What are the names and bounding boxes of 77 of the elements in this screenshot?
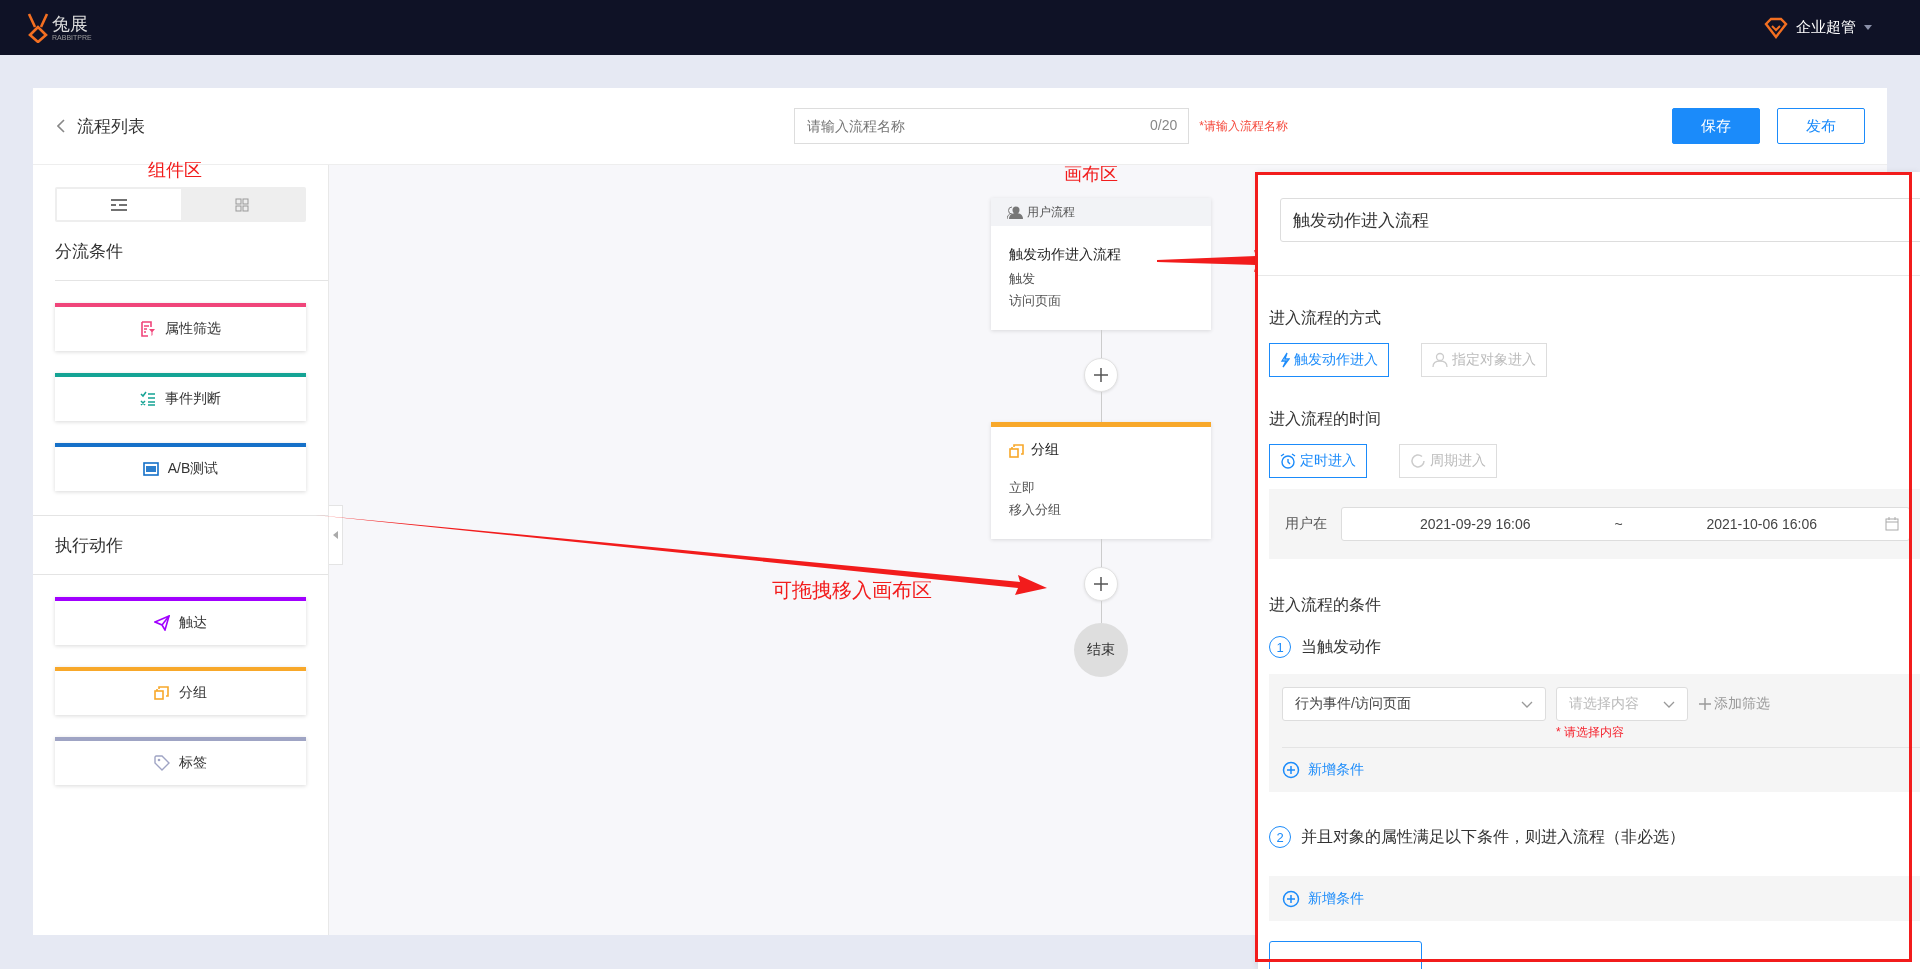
node-text: 触发	[1009, 270, 1036, 288]
component-label: 属性筛选	[165, 320, 221, 338]
stacked-squares-icon	[154, 685, 170, 701]
annotation-label: 可拖拽移入画布区	[772, 578, 932, 603]
triangle-left-icon	[333, 531, 338, 539]
error-message: * 请选择内容	[1556, 724, 1625, 741]
chevron-left-icon	[57, 119, 65, 133]
outline-button[interactable]	[1269, 941, 1422, 969]
list-view-button[interactable]	[57, 189, 181, 220]
plus-icon	[1698, 697, 1712, 711]
component-label: 触达	[179, 614, 207, 632]
option-button[interactable]: 定时进入	[1269, 444, 1367, 478]
title-field[interactable]: 触发动作进入流程	[1280, 198, 1920, 242]
chevron-down-icon	[1521, 700, 1533, 708]
plus-circle-icon	[1282, 761, 1300, 779]
publish-button[interactable]: 发布	[1777, 108, 1865, 144]
event-select[interactable]: 行为事件/访问页面	[1282, 687, 1546, 721]
logo-text: 兔展	[52, 14, 89, 33]
list-icon	[110, 198, 127, 211]
chevron-down-icon	[1663, 700, 1675, 708]
plus-icon	[1093, 576, 1109, 592]
node-text: 访问页面	[1009, 292, 1062, 310]
node-text: 立即	[1009, 479, 1036, 497]
component-card[interactable]: A/B测试	[55, 443, 306, 491]
component-label: 事件判断	[165, 390, 221, 408]
add-node-button[interactable]	[1084, 567, 1118, 601]
step-label: 当触发动作	[1301, 636, 1381, 657]
section-title: 进入流程的方式	[1269, 308, 1382, 328]
section-title: 进入流程的条件	[1269, 595, 1382, 615]
component-card[interactable]: 事件判断	[55, 373, 306, 421]
caret-down-icon	[1864, 25, 1872, 30]
section-title: 执行动作	[55, 534, 124, 557]
plus-icon	[1093, 367, 1109, 383]
component-label: 标签	[179, 754, 207, 772]
checklist-icon	[140, 391, 156, 407]
document-filter-icon	[140, 321, 156, 337]
component-card[interactable]: 属性筛选	[55, 303, 306, 351]
option-button[interactable]: 触发动作进入	[1269, 343, 1389, 377]
section-title: 进入流程的时间	[1269, 409, 1382, 429]
node-header-text: 用户流程	[1027, 203, 1075, 221]
back-link[interactable]: 流程列表	[57, 114, 145, 138]
annotation-label: 画布区	[1064, 163, 1118, 186]
add-node-button[interactable]	[1084, 358, 1118, 392]
component-label: A/B测试	[167, 460, 219, 478]
node-text: 移入分组	[1009, 501, 1062, 519]
component-label: 分组	[179, 684, 207, 702]
collapse-handle[interactable]	[329, 505, 343, 565]
step-label: 并且对象的属性满足以下条件，则进入流程（非必选）	[1301, 826, 1685, 847]
end-node: 结束	[1074, 623, 1128, 677]
component-card[interactable]: 标签	[55, 737, 306, 785]
annotation-label: 组件区	[148, 159, 202, 182]
char-counter: 0/20	[1150, 117, 1178, 133]
alarm-clock-icon	[1280, 453, 1296, 469]
user-name[interactable]: 企业超管	[1796, 18, 1856, 37]
calendar-icon	[1885, 517, 1899, 531]
node-title: 分组	[1031, 441, 1059, 459]
flow-node[interactable]: 用户流程 触发动作进入流程 触发 访问页面	[991, 198, 1211, 330]
tag-icon	[154, 755, 170, 771]
user-icon	[1432, 352, 1448, 368]
plus-circle-icon	[1282, 889, 1300, 908]
refresh-icon	[1410, 453, 1426, 469]
diamond-icon	[1764, 16, 1788, 39]
lightning-icon	[1280, 352, 1290, 368]
ab-chart-icon	[142, 461, 159, 477]
paper-plane-icon	[154, 615, 170, 631]
component-card[interactable]: 分组	[55, 667, 306, 715]
field-label: 用户在	[1285, 515, 1327, 533]
rabbit-ears-icon	[26, 12, 50, 43]
flow-node[interactable]: 分组 立即 移入分组	[991, 422, 1211, 539]
users-icon	[1007, 205, 1023, 219]
stacked-squares-icon	[1009, 443, 1025, 459]
error-message: *请输入流程名称	[1199, 117, 1288, 135]
section-title: 分流条件	[55, 240, 124, 263]
grid-icon	[235, 197, 250, 212]
node-title: 触发动作进入流程	[1009, 246, 1122, 264]
component-card[interactable]: 触达	[55, 597, 306, 645]
date-range-field[interactable]: 2021-09-29 16:06 ~ 2021-10-06 16:06	[1341, 507, 1910, 541]
